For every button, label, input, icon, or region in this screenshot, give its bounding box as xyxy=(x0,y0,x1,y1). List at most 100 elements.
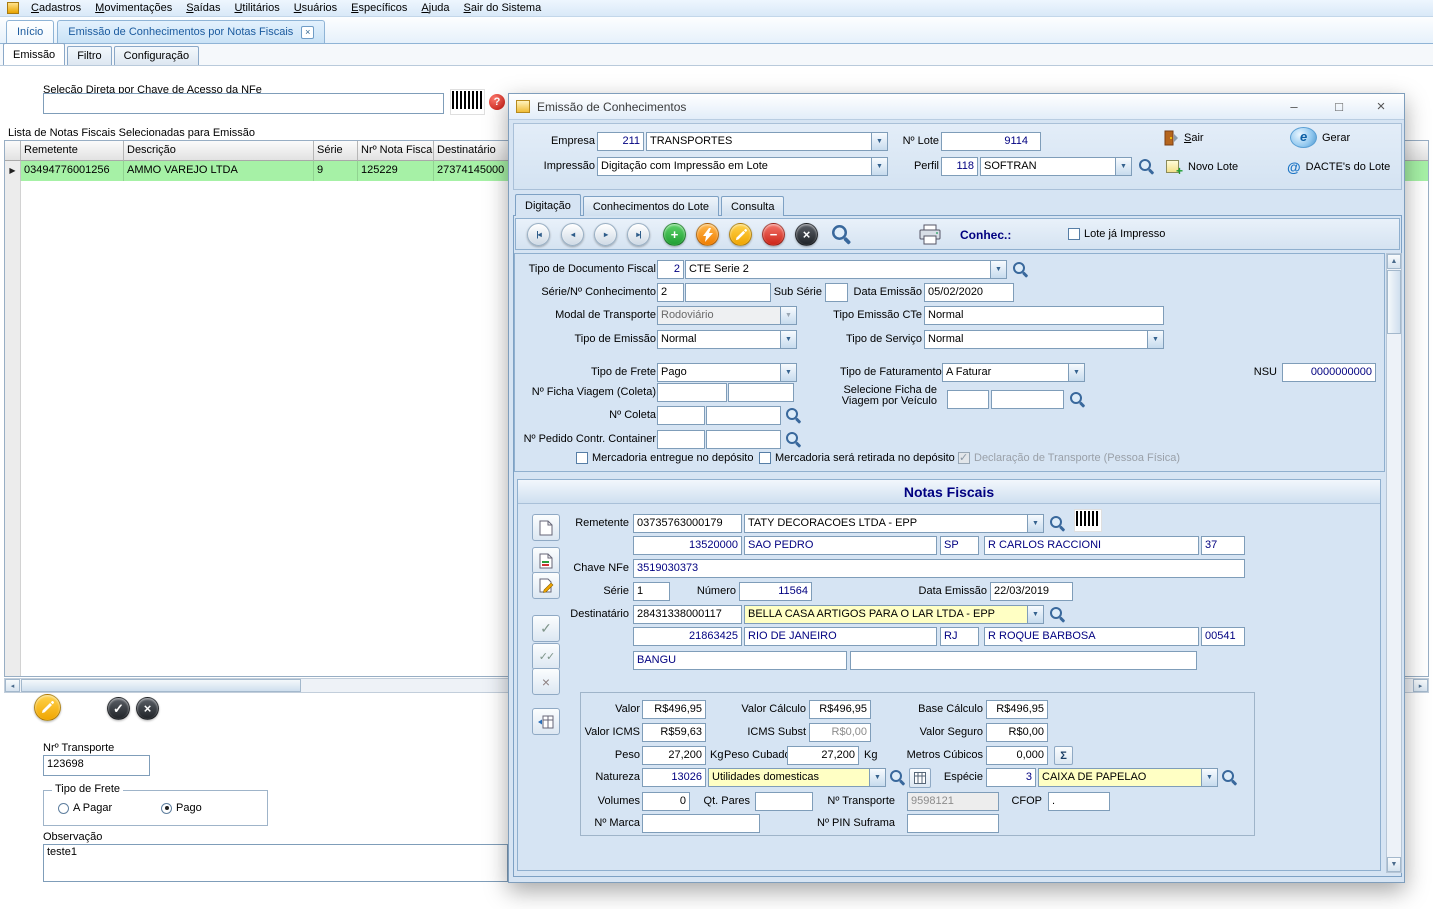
destinatario-uf-field[interactable]: RJ xyxy=(940,627,979,646)
especie-search-icon[interactable] xyxy=(1222,770,1238,786)
dactes-button[interactable]: @ DACTE's do Lote xyxy=(1287,159,1390,175)
pedido-container-search-icon[interactable] xyxy=(786,432,802,448)
radio-pago[interactable]: Pago xyxy=(161,802,202,814)
scroll-up-icon[interactable]: ▲ xyxy=(1387,254,1401,269)
gerar-button[interactable]: Gerar xyxy=(1290,127,1350,148)
nf-numero-field[interactable]: 11564 xyxy=(739,582,812,601)
menu-movimentacoes[interactable]: Movimentações xyxy=(88,1,179,15)
tab-inicio[interactable]: Início xyxy=(6,20,54,43)
tipo-frete-combo[interactable]: Pago xyxy=(657,363,797,382)
destinatario-rua-field[interactable]: R ROQUE BARBOSA xyxy=(984,627,1199,646)
chevron-down-icon[interactable] xyxy=(1201,769,1217,786)
natureza-code-field[interactable]: 13026 xyxy=(642,768,706,787)
pedido-container-code-field[interactable] xyxy=(657,430,705,449)
ficha-viagem-field[interactable] xyxy=(728,383,794,402)
destinatario-search-icon[interactable] xyxy=(1050,607,1066,623)
destinatario-complemento-field[interactable] xyxy=(850,651,1197,670)
ficha-viagem-code-field[interactable] xyxy=(657,383,727,402)
data-emissao-field[interactable]: 05/02/2020 xyxy=(924,283,1014,302)
remetente-cep-field[interactable]: 13520000 xyxy=(633,536,742,555)
lote-field[interactable]: 9114 xyxy=(941,132,1041,151)
chevron-down-icon[interactable] xyxy=(780,331,796,348)
destinatario-code-field[interactable]: 28431338000117 xyxy=(633,605,742,624)
valor-seguro-field[interactable]: R$0,00 xyxy=(986,723,1048,742)
peso-cubado-field[interactable]: 27,200 xyxy=(787,746,859,765)
col-header-nota-fiscal[interactable]: Nrº Nota Fiscal xyxy=(358,141,434,161)
confirm-all-nf-button[interactable]: ✓✓ xyxy=(532,643,560,670)
maximize-button[interactable]: □ xyxy=(1324,97,1354,117)
menu-ajuda[interactable]: Ajuda xyxy=(414,1,456,15)
print-button[interactable] xyxy=(918,224,942,248)
serie-conhecimento-field[interactable]: 2 xyxy=(657,283,684,302)
minimize-button[interactable]: – xyxy=(1279,97,1309,117)
chevron-down-icon[interactable] xyxy=(990,261,1006,278)
barcode-icon[interactable] xyxy=(451,90,484,114)
edit-nf-button[interactable] xyxy=(532,572,560,599)
subtab-emissao[interactable]: Emissão xyxy=(3,43,65,65)
subtab-configuracao[interactable]: Configuração xyxy=(114,46,199,65)
subtab-filtro[interactable]: Filtro xyxy=(67,46,111,65)
tipo-doc-search-icon[interactable] xyxy=(1013,262,1029,278)
tipo-emissao-cte-field[interactable]: Normal xyxy=(924,306,1164,325)
especie-combo[interactable]: CAIXA DE PAPELAO xyxy=(1038,768,1218,787)
delete-record-button[interactable]: − xyxy=(762,223,785,246)
edit-record-button[interactable] xyxy=(729,223,752,246)
help-icon[interactable]: ? xyxy=(489,94,505,110)
confirm-nf-button[interactable]: ✓ xyxy=(532,615,560,642)
perfil-search-icon[interactable] xyxy=(1139,159,1155,175)
valor-calculo-field[interactable]: R$496,95 xyxy=(809,700,871,719)
edit-selection-button[interactable] xyxy=(34,694,61,721)
sub-serie-field[interactable] xyxy=(825,283,848,302)
add-nf-button[interactable] xyxy=(532,514,560,541)
nf-data-emissao-field[interactable]: 22/03/2019 xyxy=(990,582,1073,601)
tipo-doc-code-field[interactable]: 2 xyxy=(657,260,684,279)
menu-saidas[interactable]: Saídas xyxy=(179,1,227,15)
tab-consulta[interactable]: Consulta xyxy=(721,196,784,216)
perfil-combo[interactable]: SOFTRAN xyxy=(980,157,1132,176)
transfer-nf-button[interactable] xyxy=(532,708,560,735)
menu-especificos[interactable]: Específicos xyxy=(344,1,414,15)
empresa-code-field[interactable]: 211 xyxy=(597,132,644,151)
marca-field[interactable] xyxy=(642,814,760,833)
nf-serie-field[interactable]: 1 xyxy=(633,582,670,601)
vertical-scrollbar[interactable]: ▲ ▼ xyxy=(1386,253,1402,873)
menu-utilitarios[interactable]: Utilitários xyxy=(227,1,286,15)
numero-conhecimento-field[interactable] xyxy=(685,283,771,302)
quick-save-button[interactable] xyxy=(696,223,719,246)
scrollbar-thumb[interactable] xyxy=(1387,270,1401,334)
last-record-button[interactable]: ▸| xyxy=(627,223,650,246)
remove-nf-button[interactable]: × xyxy=(532,668,560,695)
radio-a-pagar[interactable]: A Pagar xyxy=(58,802,112,814)
observacao-textarea[interactable]: teste1 xyxy=(43,844,508,882)
scroll-down-icon[interactable]: ▼ xyxy=(1387,857,1401,872)
confirm-selection-button[interactable]: ✓ xyxy=(107,697,130,720)
mercadoria-entregue-checkbox[interactable]: Mercadoria entregue no depósito xyxy=(576,452,753,464)
nf-barcode-icon[interactable] xyxy=(1075,510,1101,531)
coleta-search-icon[interactable] xyxy=(786,408,802,424)
close-button[interactable]: × xyxy=(1366,97,1396,117)
nfe-key-input[interactable] xyxy=(43,93,444,114)
chevron-down-icon[interactable] xyxy=(780,364,796,381)
remetente-rua-field[interactable]: R CARLOS RACCIONI xyxy=(984,536,1199,555)
cfop-field[interactable]: . xyxy=(1048,792,1110,811)
remetente-combo[interactable]: TATY DECORACOES LTDA - EPP xyxy=(744,514,1044,533)
remetente-uf-field[interactable]: SP xyxy=(940,536,979,555)
cancel-record-button[interactable]: × xyxy=(795,223,818,246)
ficha-veiculo-code-field[interactable] xyxy=(947,390,989,409)
sum-cubagem-button[interactable]: Σ xyxy=(1054,746,1073,765)
tipo-emissao-combo[interactable]: Normal xyxy=(657,330,797,349)
import-nf-button[interactable] xyxy=(532,547,560,574)
destinatario-numero-field[interactable]: 00541 xyxy=(1201,627,1245,646)
chevron-down-icon[interactable] xyxy=(1147,331,1163,348)
tab-conhecimentos-do-lote[interactable]: Conhecimentos do Lote xyxy=(583,196,719,216)
transporte-input[interactable]: 123698 xyxy=(43,755,150,776)
tab-digitacao[interactable]: Digitação xyxy=(515,194,581,216)
coleta-field[interactable] xyxy=(706,406,781,425)
chevron-down-icon[interactable] xyxy=(1027,515,1043,532)
first-record-button[interactable]: |◂ xyxy=(527,223,550,246)
sair-button[interactable]: Sair xyxy=(1164,130,1204,146)
metros-cubicos-field[interactable]: 0,000 xyxy=(986,746,1048,765)
destinatario-combo[interactable]: BELLA CASA ARTIGOS PARA O LAR LTDA - EPP xyxy=(744,605,1044,624)
tipo-faturamento-combo[interactable]: A Faturar xyxy=(942,363,1085,382)
destinatario-cep-field[interactable]: 21863425 xyxy=(633,627,742,646)
